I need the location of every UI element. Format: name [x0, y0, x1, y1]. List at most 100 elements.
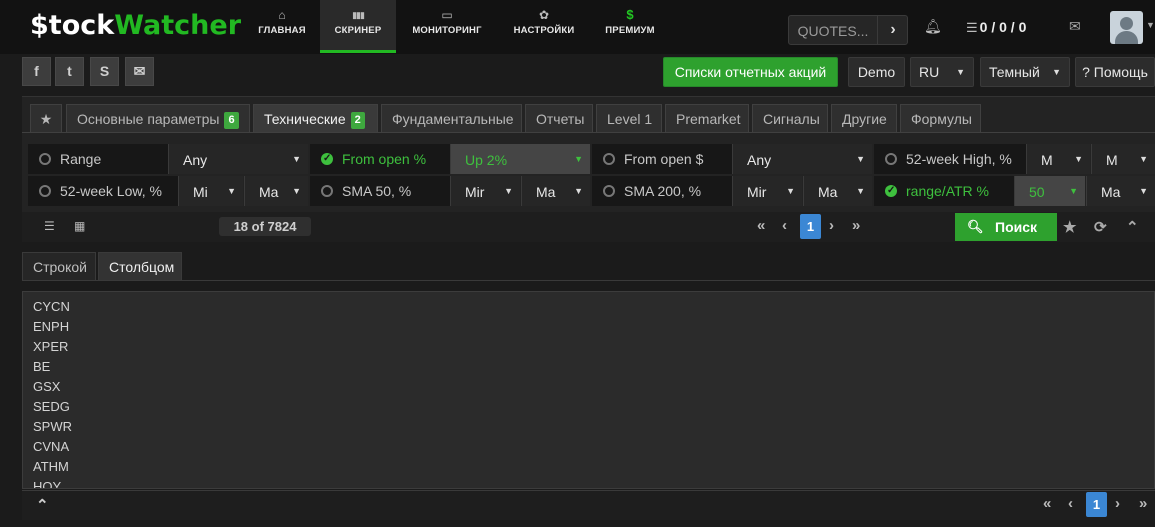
twitter-button[interactable]: t	[55, 57, 84, 86]
prev-page-icon[interactable]: ‹	[1068, 495, 1073, 512]
list-item[interactable]: CYCN	[33, 297, 1154, 317]
filter-label[interactable]: From open %	[310, 144, 450, 174]
filter-max-select[interactable]: Ma ▼	[521, 176, 590, 206]
email-button[interactable]: ✉	[125, 57, 154, 86]
radio-icon	[885, 153, 897, 165]
bell-icon[interactable]: 🔔︎	[924, 18, 942, 35]
tab-fundamental[interactable]: Фундаментальные	[381, 104, 522, 132]
star-icon[interactable]: ★	[1063, 218, 1076, 236]
collapse-icon[interactable]: ⌃	[1126, 218, 1139, 236]
list-item[interactable]: XPER	[33, 337, 1154, 357]
list-item[interactable]: ENPH	[33, 317, 1154, 337]
list-item[interactable]: HOY	[33, 477, 1154, 488]
logo-dollar: $	[30, 10, 49, 41]
language-select[interactable]: RU ▼	[910, 57, 974, 87]
first-page-icon[interactable]: «	[1043, 495, 1051, 512]
filter-52w-low[interactable]: 52-week Low, % Mi ▼ Ma ▼	[28, 176, 308, 206]
chevron-right-icon[interactable]: ›	[877, 16, 908, 44]
tab-reports[interactable]: Отчеты	[525, 104, 593, 132]
nav-premium[interactable]: $ ПРЕМИУМ	[590, 0, 670, 50]
list-item[interactable]: SPWR	[33, 417, 1154, 437]
filter-label[interactable]: Range	[28, 144, 168, 174]
logo[interactable]: $tockWatcher	[30, 10, 241, 41]
tab-column-view[interactable]: Столбцом	[98, 252, 182, 281]
tab-other[interactable]: Другие	[831, 104, 897, 132]
nav-monitoring-label: МОНИТОРИНГ	[412, 25, 482, 36]
filter-max-select[interactable]: Ma ▼	[1086, 176, 1155, 206]
refresh-icon[interactable]: ⟳	[1094, 218, 1107, 236]
reports-list-button[interactable]: Списки отчетных акций	[663, 57, 838, 87]
filter-select[interactable]: Up 2% ▼	[450, 144, 590, 174]
tab-badge: 6	[224, 112, 239, 129]
filter-range[interactable]: Range Any ▼	[28, 144, 308, 174]
tab-technical[interactable]: Технические 2	[253, 104, 378, 132]
filter-select[interactable]: Any ▼	[732, 144, 872, 174]
filter-min-select[interactable]: M ▼	[1026, 144, 1090, 174]
nav-home[interactable]: ⌂ ГЛАВНАЯ	[244, 0, 320, 50]
prev-page-icon[interactable]: ‹	[782, 217, 787, 234]
grid-view-icon[interactable]: ▦	[74, 219, 85, 233]
gear-icon: ✿	[538, 8, 550, 22]
envelope-icon[interactable]: ✉	[1069, 18, 1081, 35]
list-item[interactable]: BE	[33, 357, 1154, 377]
filter-sma200[interactable]: SMA 200, % Mir ▼ Ma ▼	[592, 176, 872, 206]
filter-min-select[interactable]: Mir ▼	[732, 176, 802, 206]
page-number[interactable]: 1	[800, 214, 821, 239]
tab-basic[interactable]: Основные параметры 6	[66, 104, 250, 132]
nav-monitoring[interactable]: ▭ МОНИТОРИНГ	[396, 0, 498, 50]
avatar[interactable]	[1110, 11, 1143, 44]
tab-row-view[interactable]: Строкой	[22, 252, 96, 281]
filter-min-select[interactable]: Mir ▼	[450, 176, 520, 206]
tab-formulas[interactable]: Формулы	[900, 104, 981, 132]
filter-label[interactable]: SMA 50, %	[310, 176, 450, 206]
tab-level1[interactable]: Level 1	[596, 104, 662, 132]
quotes-search[interactable]: QUOTES... ›	[788, 15, 908, 45]
chevron-up-icon[interactable]: ⌃	[36, 496, 49, 514]
nav-settings[interactable]: ✿ НАСТРОЙКИ	[498, 0, 590, 50]
last-page-icon[interactable]: »	[852, 217, 860, 234]
facebook-button[interactable]: f	[22, 57, 51, 86]
next-page-icon[interactable]: ›	[1115, 495, 1120, 512]
theme-select[interactable]: Темный ▼	[980, 57, 1070, 87]
chevron-down-icon[interactable]: ▼	[1146, 20, 1155, 30]
page-number[interactable]: 1	[1086, 492, 1107, 517]
filter-from-open-pct[interactable]: From open % Up 2%▼	[310, 144, 590, 174]
last-page-icon[interactable]: »	[1139, 495, 1147, 512]
filter-range-atr[interactable]: range/ATR % 50▼ Ma▼	[874, 176, 1155, 206]
ticker-list[interactable]: CYCN ENPH XPER BE GSX SEDG SPWR CVNA ATH…	[22, 291, 1155, 489]
watchlist-counters[interactable]: ☰ 0 / 0 / 0	[966, 19, 1026, 36]
favorites-tab[interactable]: ★	[30, 104, 62, 132]
filter-label[interactable]: range/ATR %	[874, 176, 1014, 206]
skype-button[interactable]: S	[90, 57, 119, 86]
filter-select[interactable]: Any ▼	[168, 144, 308, 174]
first-page-icon[interactable]: «	[757, 217, 765, 234]
filter-label[interactable]: 52-week Low, %	[28, 176, 178, 206]
list-view-icon[interactable]: ☰	[44, 219, 55, 233]
filter-from-open-usd[interactable]: From open $ Any ▼	[592, 144, 872, 174]
filter-max-select[interactable]: Ma ▼	[244, 176, 308, 206]
filter-min-select[interactable]: 50 ▼	[1014, 176, 1085, 206]
demo-button[interactable]: Demo	[848, 57, 905, 87]
filter-max-select[interactable]: Ma ▼	[803, 176, 872, 206]
filter-sma50[interactable]: SMA 50, % Mir ▼ Ma ▼	[310, 176, 590, 206]
list-item[interactable]: GSX	[33, 377, 1154, 397]
filter-label[interactable]: From open $	[592, 144, 732, 174]
filter-min-select[interactable]: Mi ▼	[178, 176, 243, 206]
nav-screener[interactable]: ▮▮▮ СКРИНЕР	[320, 0, 396, 53]
tab-signals[interactable]: Сигналы	[752, 104, 828, 132]
quotes-input[interactable]: QUOTES...	[789, 16, 877, 44]
help-button[interactable]: ? Помощь	[1075, 57, 1155, 87]
filter-label[interactable]: SMA 200, %	[592, 176, 732, 206]
filter-max-select[interactable]: M ▼	[1091, 144, 1155, 174]
list-item[interactable]: ATHM	[33, 457, 1154, 477]
search-button[interactable]: 🔍︎ Поиск	[955, 213, 1057, 241]
next-page-icon[interactable]: ›	[829, 217, 834, 234]
filter-label[interactable]: 52-week High, %	[874, 144, 1026, 174]
filter-52w-high[interactable]: 52-week High, % M ▼ M ▼	[874, 144, 1155, 174]
chevron-down-icon: ▼	[786, 186, 795, 196]
facebook-icon: f	[34, 63, 39, 79]
list-item[interactable]: CVNA	[33, 437, 1154, 457]
list-item[interactable]: SEDG	[33, 397, 1154, 417]
tab-premarket[interactable]: Premarket	[665, 104, 749, 132]
bar-chart-icon: ▮▮▮	[352, 10, 365, 20]
